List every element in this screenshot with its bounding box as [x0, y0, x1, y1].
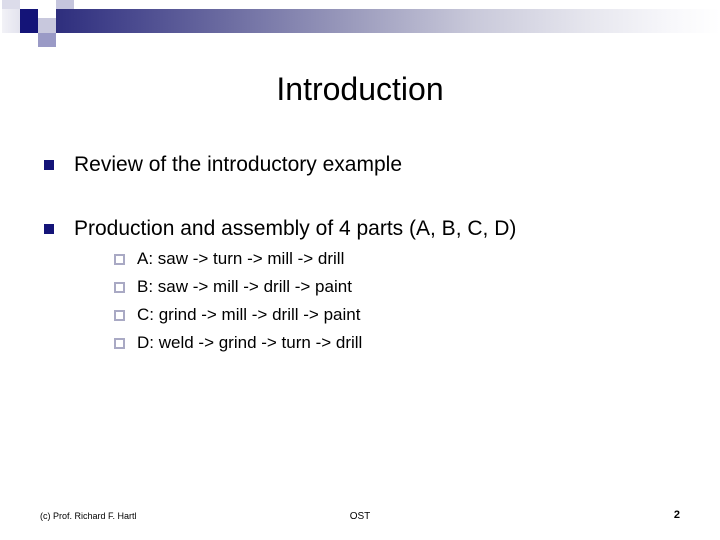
decoration-square-icon — [2, 9, 20, 33]
hollow-square-bullet-icon — [114, 254, 125, 266]
slide-page-number: 2 — [673, 509, 680, 521]
hollow-square-bullet-icon — [114, 338, 125, 350]
filled-square-bullet-icon — [44, 224, 54, 235]
bullet-text: Review of the introductory example — [74, 153, 402, 176]
hollow-square-bullet-icon — [114, 310, 125, 322]
decoration-square-icon — [74, 33, 92, 47]
decoration-square-icon — [38, 33, 56, 47]
decoration-square-icon — [56, 33, 74, 47]
slide-title: Introduction — [276, 71, 444, 107]
sub-bullet-text: B: saw -> mill -> drill -> paint — [137, 277, 352, 297]
sub-bullet-text: D: weld -> grind -> turn -> drill — [137, 333, 363, 353]
bullet-text: Production and assembly of 4 parts (A, B… — [74, 217, 517, 241]
bullet-item: Review of the introductory example — [42, 152, 682, 177]
footer-center-label: OST — [349, 511, 371, 522]
presentation-slide: Introduction Review of the introductory … — [0, 0, 720, 540]
sub-bullet-list: A: saw -> turn -> mill -> drill B: saw -… — [74, 250, 682, 351]
decoration-square-icon — [20, 33, 38, 47]
sub-bullet-text: A: saw -> turn -> mill -> drill — [137, 249, 345, 269]
sub-bullet-item: C: grind -> mill -> drill -> paint — [114, 306, 682, 323]
filled-square-bullet-icon — [44, 160, 54, 170]
decoration-square-icon — [2, 33, 20, 47]
decoration-square-icon — [38, 0, 56, 9]
sub-bullet-text: C: grind -> mill -> drill -> paint — [137, 305, 361, 325]
bullet-item: Production and assembly of 4 parts (A, B… — [42, 216, 682, 351]
sub-bullet-item: B: saw -> mill -> drill -> paint — [114, 278, 682, 295]
decoration-square-icon — [56, 0, 74, 9]
sub-bullet-item: A: saw -> turn -> mill -> drill — [114, 250, 682, 267]
decoration-square-icon — [38, 18, 56, 33]
sub-bullet-item: D: weld -> grind -> turn -> drill — [114, 334, 682, 351]
hollow-square-bullet-icon — [114, 282, 125, 294]
slide-body: Review of the introductory example Produ… — [42, 152, 682, 362]
header-gradient-bar — [56, 9, 720, 33]
decoration-square-icon — [2, 0, 20, 9]
decoration-square-icon — [74, 0, 92, 9]
decoration-square-dark-icon — [20, 9, 38, 33]
